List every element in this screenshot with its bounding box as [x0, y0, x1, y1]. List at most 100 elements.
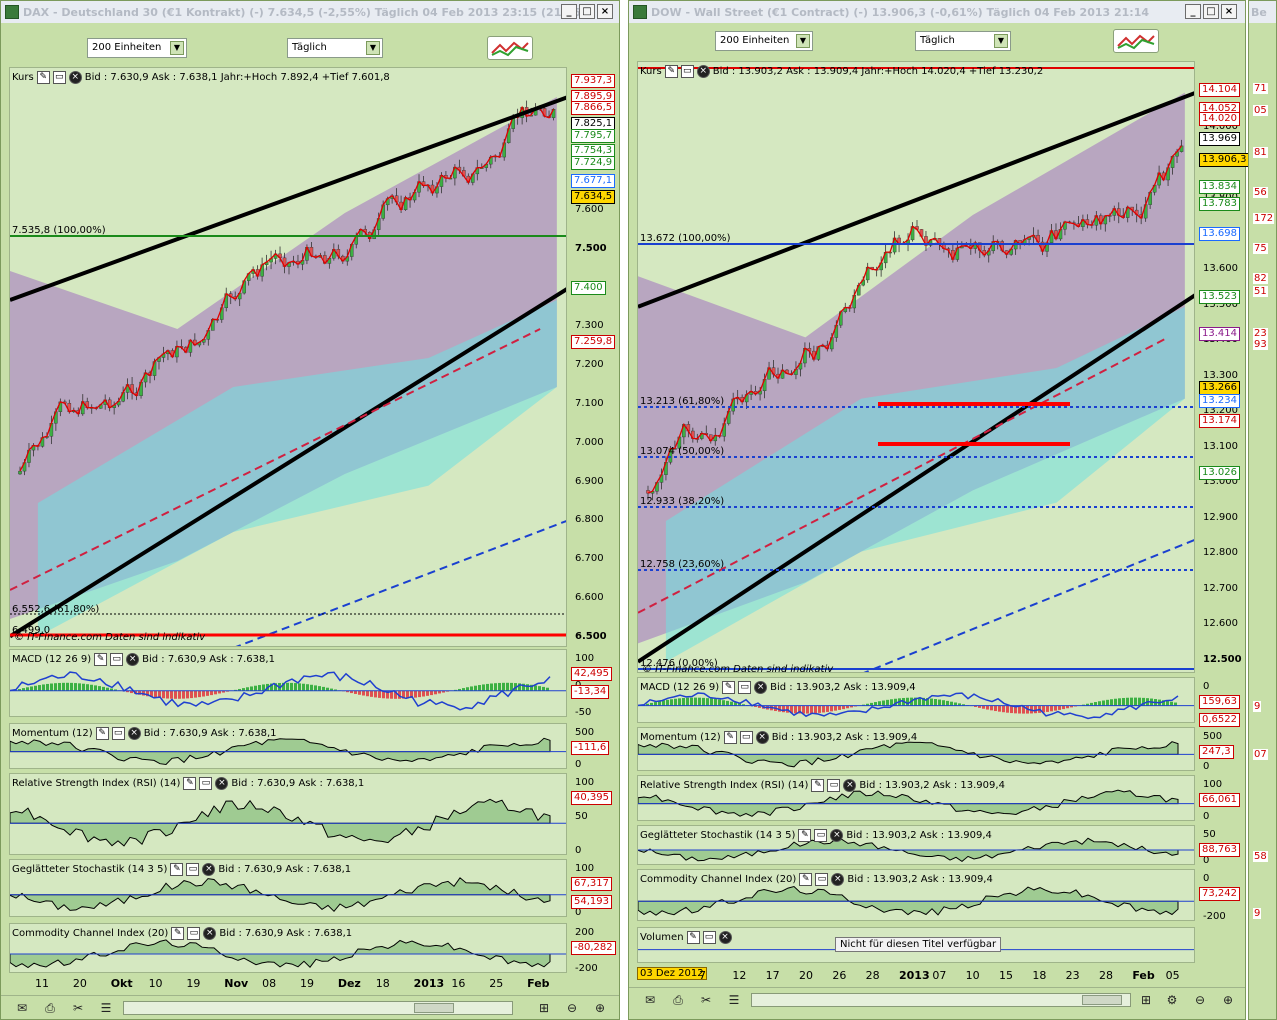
indicator-panel[interactable]: Commodity Channel Index (20) ✎ ▭ × Bid : 7.6… [9, 923, 567, 973]
window-icon[interactable]: ▭ [680, 64, 694, 78]
units-select-value: 200 Einheiten [92, 42, 162, 53]
tools-icon[interactable]: ⚙ [1163, 992, 1181, 1008]
price-axis-label: 12.600 [1203, 618, 1238, 629]
fib-label-1: 13.213 (61,80%) [640, 396, 725, 407]
price-axis-label: 6.600 [575, 592, 604, 603]
close-icon[interactable]: × [127, 726, 141, 740]
wrench-icon[interactable]: ✎ [170, 862, 184, 876]
window-icon[interactable]: ▭ [815, 872, 829, 886]
wrench-icon[interactable]: ✎ [95, 726, 109, 740]
units-select[interactable]: 200 Einheiten ▼ [715, 31, 813, 51]
indicator-label: Geglätteter Stochastik (14 3 5) ✎ ▭ × Bid : … [12, 861, 351, 877]
wrench-icon[interactable]: ✎ [183, 776, 197, 790]
zoom-in-icon[interactable]: ⊕ [1219, 992, 1237, 1008]
indicator-panel[interactable]: Commodity Channel Index (20) ✎ ▭ × Bid : 13.… [637, 869, 1195, 921]
indicator-panel[interactable]: Momentum (12) ✎ ▭ × Bid : 13.903,2 Ask : 13.… [637, 727, 1195, 771]
scroll-thumb[interactable] [414, 1003, 454, 1013]
close-icon[interactable]: × [202, 862, 216, 876]
maximize-button[interactable]: □ [579, 4, 595, 19]
close-icon[interactable]: × [203, 926, 217, 940]
indicator-panel[interactable]: Relative Strength Index (RSI) (14) ✎ ▭ × Bid… [637, 775, 1195, 821]
wrench-icon[interactable]: ✎ [722, 680, 736, 694]
mail-icon[interactable]: ✉ [13, 1000, 31, 1016]
chart-style-button[interactable] [487, 36, 533, 60]
indicator-panel[interactable]: MACD (12 26 9) ✎ ▭ × Bid : 7.630,9 Ask : 7.6… [9, 649, 567, 717]
zoom-out-icon[interactable]: ⊖ [1191, 992, 1209, 1008]
window-icon[interactable]: ▭ [52, 70, 66, 84]
window-icon[interactable]: ▭ [111, 726, 125, 740]
close-icon[interactable]: × [755, 730, 769, 744]
window-icon[interactable]: ▭ [186, 862, 200, 876]
macd-histogram-bar [986, 705, 989, 710]
close-button[interactable]: × [1221, 4, 1237, 19]
window-icon[interactable]: ▭ [738, 680, 752, 694]
indicator-panel[interactable]: Geglätteter Stochastik (14 3 5) ✎ ▭ × Bid : … [9, 859, 567, 917]
close-icon[interactable]: × [831, 872, 845, 886]
minimize-button[interactable]: _ [561, 4, 577, 19]
window-icon[interactable]: ▭ [814, 828, 828, 842]
close-icon[interactable]: × [215, 776, 229, 790]
wrench-icon[interactable]: ✎ [799, 872, 813, 886]
macd-histogram-bar [1122, 697, 1125, 706]
dax-window-titlebar[interactable]: DAX - Deutschland 30 (€1 Kontrakt) (-) 7… [1, 1, 619, 23]
close-icon[interactable]: × [126, 652, 140, 666]
mail-icon[interactable]: ✉ [641, 992, 659, 1008]
time-axis-label: 28 [865, 969, 880, 982]
period-select[interactable]: Täglich ▼ [915, 31, 1011, 51]
close-icon[interactable]: × [754, 680, 768, 694]
zoom-fit-icon[interactable]: ⊞ [535, 1000, 553, 1016]
wrench-icon[interactable]: ✎ [94, 652, 108, 666]
indicator-panel[interactable]: Momentum (12) ✎ ▭ × Bid : 7.630,9 Ask : 7.63… [9, 723, 567, 769]
window-icon[interactable]: ▭ [187, 926, 201, 940]
zoom-fit-icon[interactable]: ⊞ [1137, 992, 1155, 1008]
print-icon[interactable]: ⎙ [669, 992, 687, 1008]
indicator-panel[interactable]: Geglätteter Stochastik (14 3 5) ✎ ▭ × Bid : … [637, 825, 1195, 865]
wrench-icon[interactable]: ✎ [811, 778, 825, 792]
window-icon[interactable]: ▭ [827, 778, 841, 792]
dow-window-titlebar[interactable]: DOW - Wall Street (€1 Contract) (-) 13.9… [629, 1, 1245, 23]
dax-price-panel[interactable]: Kurs ✎ ▭ × Bid : 7.630,9 Ask : 7.638,1 J… [9, 67, 567, 647]
zoom-in-icon[interactable]: ⊕ [591, 1000, 609, 1016]
indicator-panel[interactable]: Relative Strength Index (RSI) (14) ✎ ▭ × Bid… [9, 773, 567, 855]
macd-histogram-bar [542, 686, 545, 691]
dax-toolbar: 200 Einheiten ▼ Täglich ▼ [1, 36, 619, 64]
indicator-name: Geglätteter Stochastik (14 3 5) [12, 863, 168, 875]
minimize-button[interactable]: _ [1185, 4, 1201, 19]
dow-price-panel[interactable]: Kurs ✎ ▭ × Bid : 13.903,2 Ask : 13.909,4… [637, 61, 1195, 673]
scroll-thumb[interactable] [1082, 995, 1122, 1005]
dax-time-scrollbar[interactable] [123, 1001, 513, 1015]
tools-icon[interactable]: ✂ [697, 992, 715, 1008]
chart-style-button[interactable] [1113, 29, 1159, 53]
dow-time-scrollbar[interactable] [751, 993, 1131, 1007]
list-icon[interactable]: ☰ [725, 992, 743, 1008]
macd-histogram-bar [182, 690, 185, 699]
wrench-icon[interactable]: ✎ [36, 70, 50, 84]
close-icon[interactable]: × [696, 64, 710, 78]
indicator-panel[interactable]: MACD (12 26 9) ✎ ▭ × Bid : 13.903,2 Ask : 13… [637, 677, 1195, 723]
dax-chart-window: DAX - Deutschland 30 (€1 Kontrakt) (-) 7… [0, 0, 620, 1020]
close-icon[interactable]: × [830, 828, 844, 842]
close-button[interactable]: × [597, 4, 613, 19]
wrench-icon[interactable]: ✎ [171, 926, 185, 940]
wrench-icon[interactable]: ✎ [798, 828, 812, 842]
units-select[interactable]: 200 Einheiten ▼ [87, 38, 187, 58]
maximize-button[interactable]: □ [1203, 4, 1219, 19]
zoom-out-icon[interactable]: ⊖ [563, 1000, 581, 1016]
window-icon[interactable]: ▭ [110, 652, 124, 666]
window-icon[interactable]: ▭ [199, 776, 213, 790]
list-icon[interactable]: ☰ [97, 1000, 115, 1016]
period-select[interactable]: Täglich ▼ [287, 38, 383, 58]
close-icon[interactable]: × [843, 778, 857, 792]
print-icon[interactable]: ⎙ [41, 1000, 59, 1016]
window-icon[interactable]: ▭ [739, 730, 753, 744]
macd-histogram-bar [534, 685, 537, 691]
window-icon[interactable]: ▭ [702, 930, 716, 944]
close-icon[interactable]: × [718, 930, 732, 944]
wrench-icon[interactable]: ✎ [686, 930, 700, 944]
macd-histogram-bar [58, 682, 61, 691]
tools-icon[interactable]: ✂ [69, 1000, 87, 1016]
wrench-icon[interactable]: ✎ [664, 64, 678, 78]
wrench-icon[interactable]: ✎ [723, 730, 737, 744]
indicator-info: Bid : 7.630,9 Ask : 7.638,1 [142, 653, 275, 665]
close-icon[interactable]: × [68, 70, 82, 84]
